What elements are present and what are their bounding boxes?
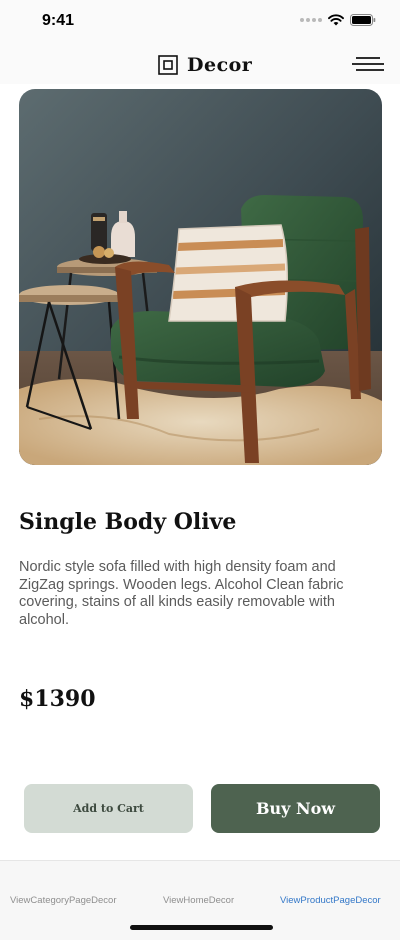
app-header: Decor (0, 44, 400, 84)
status-time: 9:41 (42, 12, 75, 29)
signal-icon (300, 18, 322, 22)
product-image (19, 89, 382, 465)
green-armchair-photo (19, 89, 382, 465)
brand-title: Decor (187, 54, 253, 76)
nav-item-home[interactable]: ViewHomeDecor (163, 895, 234, 906)
add-to-cart-button[interactable]: Add to Cart (24, 784, 193, 833)
brand[interactable]: Decor (158, 54, 252, 76)
nav-item-category[interactable]: ViewCategoryPageDecor (10, 895, 117, 906)
product-description: Nordic style sofa filled with high densi… (19, 559, 344, 628)
home-indicator (130, 925, 273, 930)
status-bar: 9:41 (0, 0, 400, 44)
hamburger-menu-icon[interactable] (352, 56, 384, 72)
battery-icon (350, 14, 376, 26)
buy-now-button[interactable]: Buy Now (211, 784, 380, 833)
square-frame-icon (158, 55, 178, 75)
wifi-icon (328, 14, 344, 26)
product-title: Single Body Olive (19, 509, 237, 535)
nav-item-product[interactable]: ViewProductPageDecor (280, 895, 381, 906)
status-icons (300, 14, 376, 26)
product-price: $1390 (19, 686, 96, 712)
